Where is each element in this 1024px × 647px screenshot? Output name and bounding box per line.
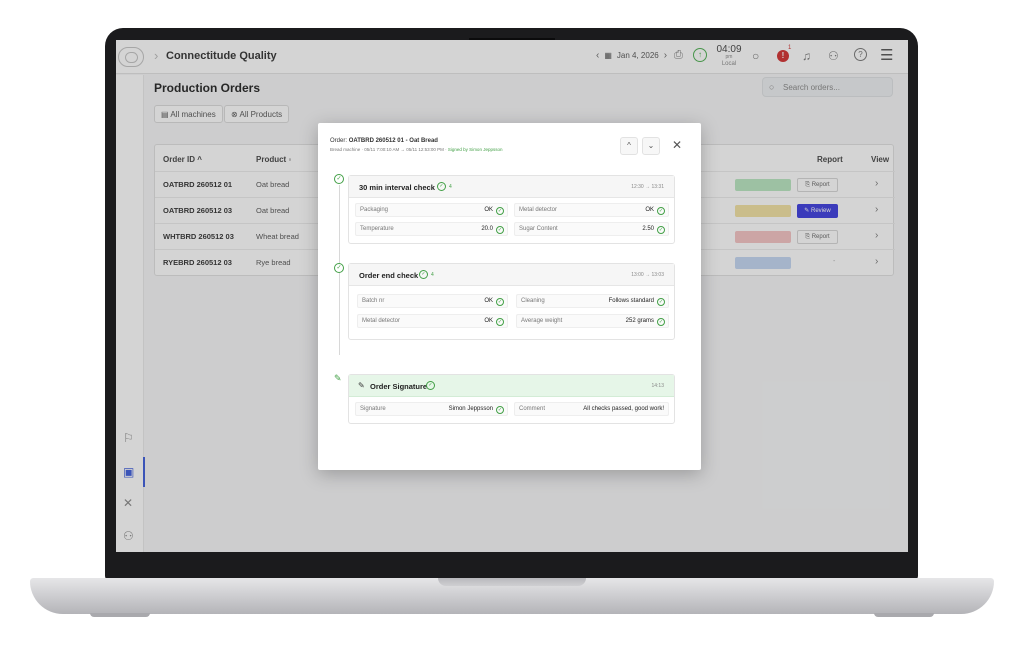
card-header: 30 min interval check ✓ 4 12:30 → 13:31	[349, 176, 674, 198]
edit-icon: ✎	[334, 373, 342, 383]
check-circle-icon: ✓	[657, 206, 665, 215]
check-circle-icon: ✓	[426, 381, 435, 390]
field-label: Comment	[519, 406, 546, 412]
field-label: Metal detector	[362, 318, 401, 324]
field-value: OK	[484, 298, 493, 304]
field-cleaning: Cleaning Follows standard ✓	[516, 294, 669, 308]
field-packaging: Packaging OK ✓	[355, 203, 508, 217]
screen: › Connectitude Quality ‹ ▦ Jan 4, 2026 ›…	[116, 40, 908, 552]
check-circle-icon: ✓	[334, 174, 344, 184]
check-circle-icon: ✓	[437, 182, 446, 191]
field-label: Metal detector	[519, 207, 558, 213]
order-detail-modal: Order: OATBRD 260512 01 - Oat Bread Brea…	[318, 123, 701, 470]
field-value: OK	[484, 318, 493, 324]
field-metal-detector: Metal detector OK ✓	[357, 314, 508, 328]
field-signature: Signature Simon Jeppsson ✓	[355, 402, 508, 416]
check-count: 4	[431, 272, 434, 278]
check-circle-icon: ✓	[419, 270, 428, 279]
check-card-interval: 30 min interval check ✓ 4 12:30 → 13:31 …	[348, 175, 675, 244]
check-circle-icon: ✓	[496, 225, 504, 234]
modal-order-title: Order: OATBRD 260512 01 - Oat Bread	[330, 138, 438, 144]
field-comment: Comment All checks passed, good work!	[514, 402, 669, 416]
field-temperature: Temperature 20.0 ✓	[355, 222, 508, 236]
check-circle-icon: ✓	[657, 297, 665, 306]
field-value: OK	[645, 207, 654, 213]
signed-by-label: Signed by Simon Jeppsson	[447, 147, 503, 152]
check-circle-icon: ✓	[496, 297, 504, 306]
check-circle-icon: ✓	[657, 317, 665, 326]
card-body: Signature Simon Jeppsson ✓ Comment All c…	[349, 397, 674, 424]
close-icon[interactable]: ✕	[672, 138, 682, 152]
field-label: Temperature	[360, 226, 394, 232]
next-order-button[interactable]: ⌄	[642, 137, 660, 155]
order-signature-card: ✎ Order Signature ✓ 14:13 Signature Simo…	[348, 374, 675, 424]
card-body: Packaging OK ✓ Metal detector OK ✓ Tempe…	[349, 198, 674, 244]
field-value: Simon Jeppsson	[448, 406, 493, 412]
field-value: All checks passed, good work!	[583, 406, 664, 412]
laptop-foot-left	[90, 613, 150, 617]
field-label: Packaging	[360, 207, 389, 213]
check-card-order-end: Order end check ✓ 4 13:00 → 13:03 Batch …	[348, 263, 675, 340]
card-time: 14:13	[651, 383, 664, 389]
field-value: 2.50	[642, 226, 654, 232]
check-circle-icon: ✓	[657, 225, 665, 234]
field-metal-detector: Metal detector OK ✓	[514, 203, 669, 217]
field-label: Cleaning	[521, 298, 545, 304]
card-header: ✎ Order Signature ✓ 14:13	[349, 375, 674, 397]
laptop-base	[30, 578, 994, 614]
field-value: OK	[484, 207, 493, 213]
check-circle-icon: ✓	[496, 206, 504, 215]
card-title: Order end check	[359, 271, 419, 280]
field-batch-nr: Batch nr OK ✓	[357, 294, 508, 308]
field-average-weight: Average weight 252 grams ✓	[516, 314, 669, 328]
card-body: Batch nr OK ✓ Cleaning Follows standard …	[349, 286, 674, 340]
field-label: Signature	[360, 406, 386, 412]
field-label: Average weight	[521, 318, 563, 324]
field-value: 252 grams	[625, 318, 654, 324]
check-count: 4	[449, 184, 452, 190]
laptop-foot-right	[874, 613, 934, 617]
field-value: Follows standard	[608, 298, 654, 304]
card-title: Order Signature	[370, 382, 428, 391]
card-title: 30 min interval check	[359, 183, 435, 192]
card-header: Order end check ✓ 4 13:00 → 13:03	[349, 264, 674, 286]
field-value: 20.0	[481, 226, 493, 232]
edit-icon: ✎	[358, 381, 365, 390]
previous-order-button[interactable]: ^	[620, 137, 638, 155]
field-sugar-content: Sugar Content 2.50 ✓	[514, 222, 669, 236]
card-time-range: 13:00 → 13:03	[631, 272, 664, 278]
check-circle-icon: ✓	[496, 405, 504, 414]
field-label: Batch nr	[362, 298, 385, 304]
modal-order-subline: Bread machine · 05/11 7:00:10 AM → 05/11…	[330, 147, 503, 152]
check-circle-icon: ✓	[496, 317, 504, 326]
field-label: Sugar Content	[519, 226, 558, 232]
check-circle-icon: ✓	[334, 263, 344, 273]
card-time-range: 12:30 → 13:31	[631, 184, 664, 190]
laptop-opening-groove	[438, 578, 586, 586]
